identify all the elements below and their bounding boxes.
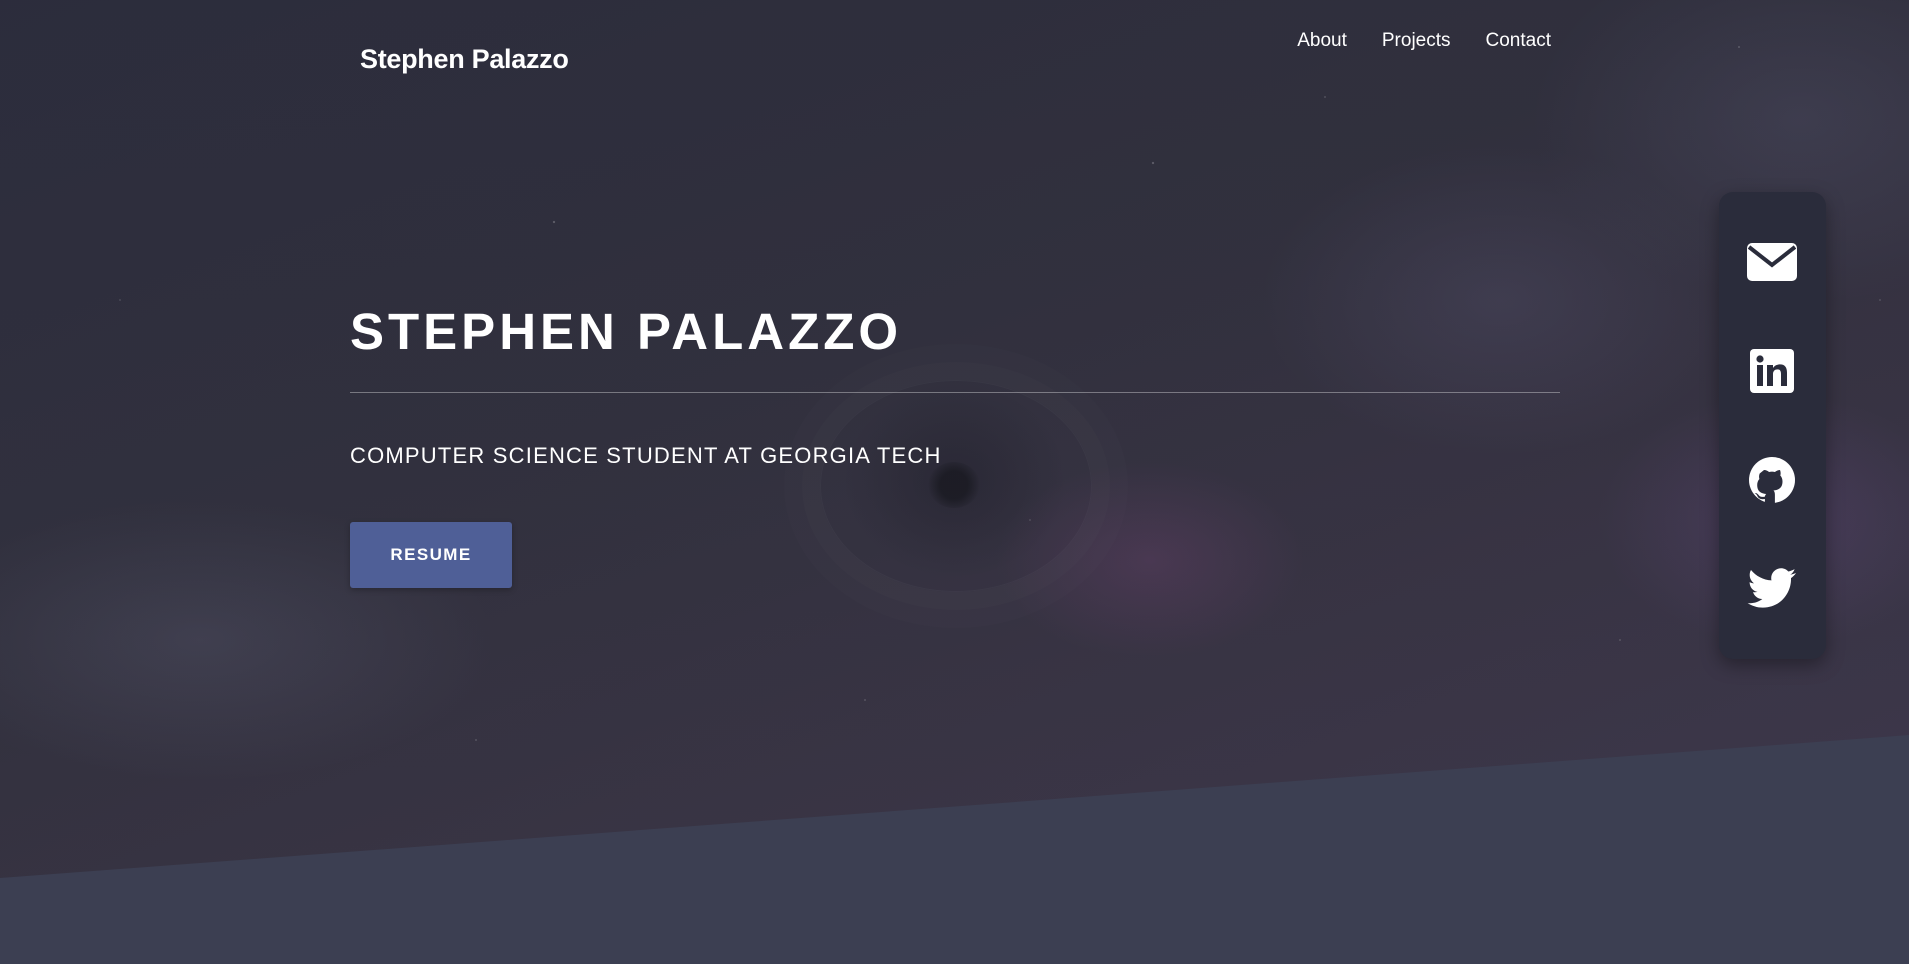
nav-projects-link[interactable]: Projects: [1382, 30, 1451, 52]
email-link[interactable]: [1746, 236, 1798, 288]
nav-contact-link[interactable]: Contact: [1486, 30, 1551, 52]
hero-title: STEPHEN PALAZZO: [350, 303, 903, 360]
twitter-icon: [1747, 568, 1797, 610]
linkedin-link[interactable]: [1746, 345, 1798, 397]
hero-divider: [350, 392, 1560, 393]
hero-subtitle: COMPUTER SCIENCE STUDENT AT GEORGIA TECH: [350, 443, 942, 468]
github-link[interactable]: [1746, 454, 1798, 506]
nav-about-link[interactable]: About: [1297, 30, 1347, 52]
social-sidebar: [1719, 192, 1826, 659]
top-nav: About Projects Contact: [1262, 30, 1551, 52]
resume-button[interactable]: RESUME: [350, 522, 512, 588]
github-icon: [1748, 456, 1796, 504]
linkedin-icon: [1750, 349, 1794, 393]
envelope-icon: [1747, 243, 1797, 281]
twitter-link[interactable]: [1746, 563, 1798, 615]
brand-logo[interactable]: Stephen Palazzo: [360, 44, 569, 75]
page: Stephen Palazzo About Projects Contact S…: [0, 0, 1909, 964]
